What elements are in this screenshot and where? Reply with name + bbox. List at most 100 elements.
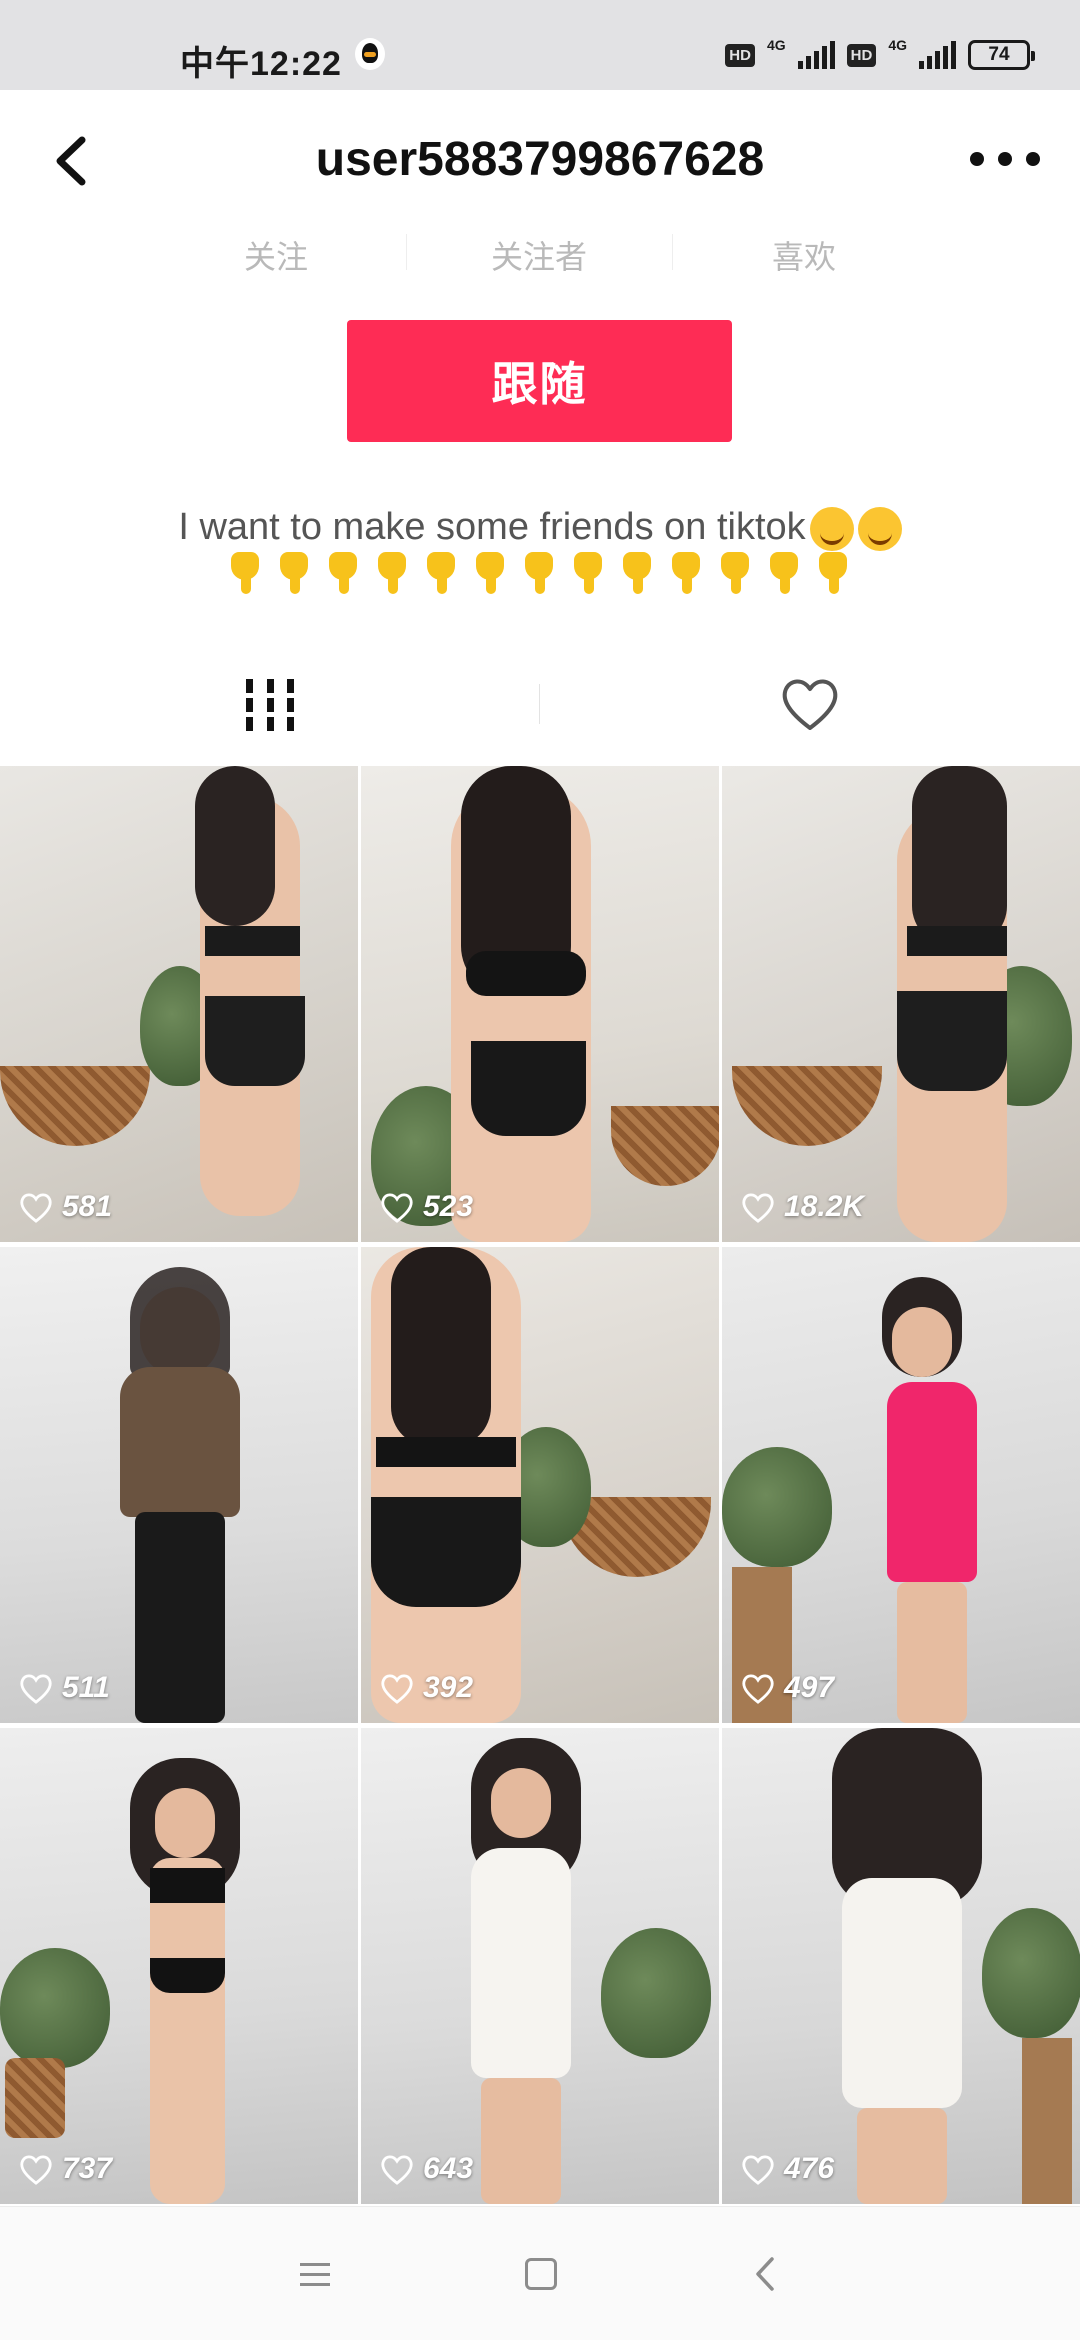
video-thumbnail[interactable]: 18.2K: [722, 766, 1080, 1242]
person-top: [907, 926, 1007, 956]
like-count: 523: [379, 1190, 473, 1224]
hd-badge: HD: [725, 43, 755, 67]
plant: [0, 1948, 110, 2068]
pointing-down-emoji-icon: [519, 552, 561, 596]
video-thumbnail[interactable]: 523: [361, 766, 719, 1242]
video-thumbnail[interactable]: 643: [361, 1728, 719, 2204]
pointing-down-emoji-icon: [323, 552, 365, 596]
person-dress: [842, 1878, 962, 2108]
video-thumbnail[interactable]: 476: [722, 1728, 1080, 2204]
menu-icon[interactable]: [294, 2251, 340, 2297]
heart-outline-icon: [381, 1674, 413, 1704]
video-thumbnail[interactable]: 511: [0, 1247, 358, 1723]
person-legs: [857, 2108, 947, 2204]
stat-likes[interactable]: 喜欢: [704, 232, 904, 278]
person-hair: [195, 766, 275, 926]
profile-tabs: [0, 650, 1080, 760]
pointing-down-emoji-icon: [470, 552, 512, 596]
qq-penguin-icon: [355, 38, 385, 70]
screen: 中午12:22 HD 4G HD 4G 74 user5883799867628: [0, 0, 1080, 2340]
more-dots-icon: [970, 152, 984, 166]
signal-icon-2: [919, 41, 956, 69]
heart-outline-icon: [742, 2155, 774, 2185]
person-bottom: [371, 1497, 521, 1607]
bio-text: I want to make some friends on tiktok: [178, 506, 806, 548]
battery-level: 74: [988, 44, 1010, 65]
heart-outline-icon: [381, 1193, 413, 1223]
signal-icon: [797, 41, 835, 69]
like-count: 737: [18, 2152, 112, 2186]
video-grid: 581 523 18.2K 511 392 497 737 643 476: [0, 766, 1080, 2206]
system-nav-bar: [0, 2206, 1080, 2340]
heart-icon: [778, 674, 842, 737]
person-bottom: [205, 996, 305, 1086]
pointing-down-emoji-icon: [372, 552, 414, 596]
person-top: [376, 1437, 516, 1467]
heart-outline-icon: [742, 1674, 774, 1704]
pointing-down-emoji-icon: [764, 552, 806, 596]
page-title: user5883799867628: [315, 133, 765, 186]
like-count-value: 737: [62, 2152, 113, 2185]
like-count: 18.2K: [740, 1190, 864, 1224]
stat-following[interactable]: 关注: [176, 232, 376, 278]
video-thumbnail[interactable]: 392: [361, 1247, 719, 1723]
pointing-down-emoji-icon: [274, 552, 316, 596]
heart-outline-icon: [381, 2155, 413, 2185]
status-indicators: HD 4G HD 4G 74: [725, 37, 1035, 72]
profile-header: user5883799867628: [0, 90, 1080, 230]
pointing-down-emoji-icon: [225, 552, 267, 596]
person-face: [155, 1788, 215, 1858]
like-count-value: 18.2K: [784, 1190, 865, 1223]
heart-outline-icon: [20, 1674, 52, 1704]
battery-icon: 74: [968, 40, 1035, 70]
video-thumbnail[interactable]: 581: [0, 766, 358, 1242]
more-options-button[interactable]: [970, 144, 1040, 174]
pointing-down-emoji-icon: [666, 552, 708, 596]
like-count: 392: [379, 1671, 473, 1705]
home-square-icon[interactable]: [518, 2251, 564, 2297]
follow-button[interactable]: 跟随: [347, 320, 732, 442]
video-thumbnail[interactable]: 497: [722, 1247, 1080, 1723]
person-hair: [391, 1247, 491, 1447]
plant: [982, 1908, 1080, 2038]
person-legs: [897, 1582, 967, 1723]
plant: [722, 1447, 832, 1567]
status-time: 中午12:22: [180, 45, 342, 83]
tab-liked[interactable]: [540, 650, 1080, 760]
stool: [1022, 2038, 1072, 2204]
like-count: 581: [18, 1190, 112, 1224]
heart-outline-icon: [20, 1193, 52, 1223]
pointing-down-emoji-icon: [617, 552, 659, 596]
status-bar: 中午12:22 HD 4G HD 4G 74: [0, 0, 1080, 90]
yum-emoji-icon: [809, 506, 854, 551]
person-dress: [471, 1848, 571, 2078]
person-hair: [130, 1267, 230, 1377]
person-face: [491, 1768, 551, 1838]
person-body: [150, 1858, 225, 2204]
tab-videos[interactable]: [0, 650, 540, 760]
plant: [601, 1928, 711, 2058]
network-type-label-2: 4G: [888, 37, 907, 53]
person-top: [466, 951, 586, 996]
stat-divider: [406, 234, 407, 270]
back-triangle-icon[interactable]: [744, 2251, 790, 2297]
person-top: [120, 1367, 240, 1517]
like-count-value: 643: [423, 2152, 474, 2185]
like-count: 497: [740, 1671, 834, 1705]
like-count-value: 497: [784, 1671, 835, 1704]
stat-followers[interactable]: 关注者: [439, 232, 639, 278]
grid-icon: [246, 679, 294, 731]
like-count-value: 511: [62, 1671, 110, 1704]
person-top: [205, 926, 300, 956]
pointing-down-emoji-icon: [421, 552, 463, 596]
like-count: 511: [18, 1671, 110, 1705]
network-type-label: 4G: [766, 37, 786, 53]
like-count: 476: [740, 2152, 834, 2186]
bio: I want to make some friends on tiktok: [60, 502, 1020, 552]
pointing-down-emoji-icon: [568, 552, 610, 596]
video-thumbnail[interactable]: 737: [0, 1728, 358, 2204]
like-count: 643: [379, 2152, 473, 2186]
bio-emoji-row: [0, 552, 1080, 596]
pointing-down-emoji-icon: [813, 552, 855, 596]
person-bottom: [897, 991, 1007, 1091]
